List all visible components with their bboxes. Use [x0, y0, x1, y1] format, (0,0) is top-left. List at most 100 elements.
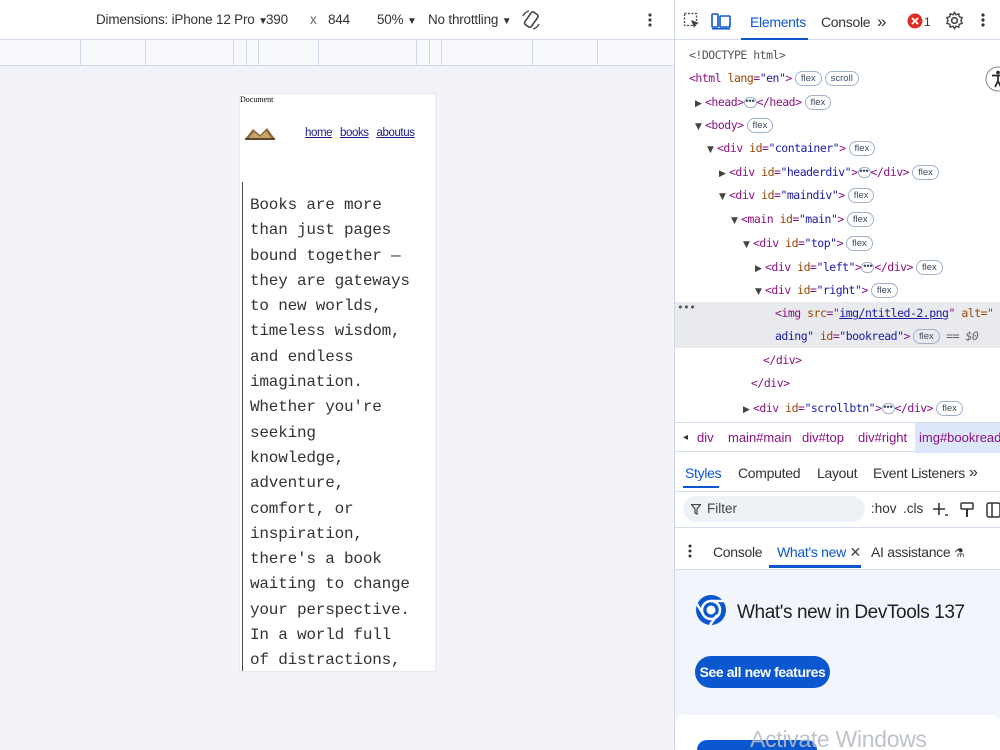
tab-elements[interactable]: Elements — [750, 0, 806, 42]
devtools-tabbar: Elements Console » 1 — [675, 0, 1000, 40]
dom-tree[interactable]: <!DOCTYPE html> <html lang="en"> flex scro… — [675, 40, 1000, 422]
collapsed-ellipsis[interactable]: ••• — [881, 403, 895, 414]
new-style-rule-icon[interactable] — [931, 501, 949, 519]
styles-filter-input[interactable]: Filter — [683, 496, 865, 522]
device-toolbar-toggle-icon[interactable] — [711, 12, 731, 30]
breadcrumb-item[interactable]: div — [697, 423, 714, 453]
breadcrumb-item[interactable]: div#top — [802, 423, 844, 453]
flex-badge[interactable]: flex — [794, 71, 822, 86]
breadcrumb-scroll-left[interactable]: ◂ — [683, 423, 688, 453]
zoom-select[interactable]: 50% ▼ — [377, 0, 417, 40]
nav-link-aboutus[interactable]: aboutus — [376, 127, 415, 139]
error-count[interactable]: 1 — [924, 0, 931, 42]
flex-badge[interactable]: flex — [915, 260, 943, 275]
accessibility-icon[interactable] — [985, 66, 1000, 92]
activation-watermark: Activate Windows — [750, 726, 927, 750]
nav-link-books[interactable]: books — [340, 127, 369, 139]
paragraph-line: comfort, or — [250, 499, 354, 518]
see-all-features-button[interactable]: See all new features — [695, 656, 830, 688]
paint-brush-icon[interactable] — [959, 501, 975, 519]
flex-badge[interactable]: flex — [870, 283, 898, 298]
collapse-triangle-icon[interactable]: ▼ — [707, 139, 717, 162]
tab-event-listeners[interactable]: Event Listeners — [873, 452, 965, 494]
breadcrumb-item[interactable]: main#main — [728, 423, 792, 453]
more-vert-icon[interactable] — [979, 12, 987, 28]
flex-badge[interactable]: flex — [846, 236, 873, 251]
collapse-triangle-icon[interactable]: ▼ — [743, 234, 753, 257]
tree-img-bookread-selected[interactable]: ••• <img src="img/ntitled-2.png" alt=" a… — [675, 301, 1000, 348]
media-query-ruler[interactable] — [0, 40, 674, 66]
tab-computed[interactable]: Computed — [738, 452, 801, 494]
tree-div-top-close[interactable]: </div> — [751, 372, 790, 395]
height-input[interactable]: 844 — [328, 0, 350, 40]
whats-new-panel: What's new in DevTools 137 See all new f… — [675, 570, 1000, 750]
flex-badge[interactable]: flex — [936, 401, 963, 416]
tab-layout[interactable]: Layout — [817, 452, 858, 494]
attr-src: src — [807, 306, 827, 320]
collapse-triangle-icon[interactable]: ▼ — [719, 186, 729, 209]
flex-badge[interactable]: flex — [846, 212, 874, 227]
drawer-tab-ai-assistance[interactable]: AI assistance ⚗ — [871, 530, 965, 575]
paragraph-line: to new worlds, — [250, 297, 382, 316]
collapse-triangle-icon[interactable]: ▼ — [695, 116, 705, 139]
flex-badge[interactable]: flex — [804, 95, 832, 110]
device-viewport[interactable]: Document home books aboutus Books are mo… — [240, 94, 435, 671]
collapse-triangle-icon[interactable]: ▼ — [755, 281, 765, 304]
more-tabs-button[interactable]: » — [877, 0, 886, 42]
device-select[interactable]: Dimensions: iPhone 12 Pro ▼ — [96, 0, 268, 40]
tree-div-left[interactable]: ▶ <div id="left"> ••• </div> flex — [755, 256, 943, 279]
row-actions-ellipsis[interactable]: ••• — [677, 296, 696, 319]
chevron-down-icon: ▼ — [406, 16, 417, 27]
collapsed-ellipsis[interactable]: ••• — [743, 97, 757, 108]
flex-badge[interactable]: flex — [847, 188, 875, 203]
breadcrumb-item-current[interactable]: img#bookread — [915, 423, 1000, 453]
attr-id: id — [761, 188, 774, 202]
tag-close: > — [838, 188, 845, 202]
cls-toggle[interactable]: .cls — [903, 492, 923, 526]
tree-div-right-close[interactable]: </div> — [763, 349, 802, 372]
paragraph-line: adventure, — [250, 474, 345, 493]
tree-div-maindiv[interactable]: ▼ <div id="maindiv"> flex — [719, 184, 875, 209]
collapsed-ellipsis[interactable]: ••• — [857, 167, 871, 178]
rotate-icon[interactable] — [520, 9, 542, 31]
hov-toggle[interactable]: :hov — [871, 492, 897, 526]
expand-triangle-icon[interactable]: ▶ — [755, 258, 765, 281]
scroll-badge[interactable]: scroll — [824, 71, 859, 86]
expand-triangle-icon[interactable]: ▶ — [743, 399, 753, 422]
toggle-sidebar-icon[interactable] — [985, 501, 1000, 519]
drawer-menu-icon[interactable] — [687, 543, 693, 559]
more-vert-icon[interactable] — [646, 12, 654, 28]
tree-html[interactable]: <html lang="en"> flex scroll — [689, 67, 859, 90]
expand-triangle-icon[interactable]: ▶ — [719, 163, 729, 186]
more-subtabs-button[interactable]: » — [969, 452, 978, 494]
throttling-select[interactable]: No throttling ▼ — [428, 0, 512, 40]
width-input[interactable]: 390 — [266, 0, 288, 40]
tree-head[interactable]: ▶ <head> ••• </head> flex — [695, 91, 832, 116]
close-icon[interactable]: ✕ — [850, 544, 862, 560]
error-icon[interactable] — [907, 13, 923, 29]
flex-badge[interactable]: flex — [912, 329, 940, 344]
drawer-tab-console[interactable]: Console — [713, 530, 763, 574]
img-src-link[interactable]: img/ntitled-2.png — [839, 306, 949, 320]
tree-div-headerdiv[interactable]: ▶ <div id="headerdiv"> ••• </div> flex — [719, 161, 939, 184]
tag-div: <div — [729, 188, 755, 202]
tab-console[interactable]: Console — [821, 0, 871, 42]
collapse-triangle-icon[interactable]: ▼ — [731, 210, 741, 233]
nav-link-home[interactable]: home — [305, 127, 333, 139]
flex-badge[interactable]: flex — [848, 141, 876, 156]
breadcrumb-item[interactable]: div#right — [858, 423, 907, 453]
flex-badge[interactable]: flex — [912, 165, 939, 180]
flex-badge[interactable]: flex — [746, 118, 774, 133]
tree-div-right[interactable]: ▼ <div id="right"> flex — [755, 279, 898, 302]
tree-main[interactable]: ▼ <main id="main"> flex — [731, 208, 874, 231]
tree-body[interactable]: ▼ <body> flex — [695, 114, 774, 139]
tree-doctype[interactable]: <!DOCTYPE html> — [689, 44, 786, 67]
tree-div-container[interactable]: ▼ <div id="container"> flex — [707, 137, 876, 162]
tag-div: <div — [717, 141, 743, 155]
tree-div-scrollbtn[interactable]: ▶ <div id="scrollbtn"> ••• </div> flex — [743, 397, 963, 420]
expand-triangle-icon[interactable]: ▶ — [695, 93, 705, 116]
inspect-element-icon[interactable] — [683, 12, 701, 30]
settings-gear-icon[interactable] — [945, 11, 964, 30]
collapsed-ellipsis[interactable]: ••• — [861, 262, 875, 273]
tree-div-top[interactable]: ▼ <div id="top"> flex — [743, 232, 873, 255]
